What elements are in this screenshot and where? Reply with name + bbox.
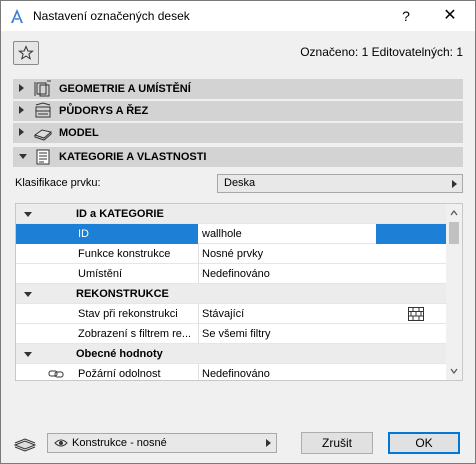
favorites-button[interactable] xyxy=(13,41,39,65)
property-row[interactable]: Funkce konstrukce Nosné prvky xyxy=(16,244,446,264)
collapse-arrow-icon xyxy=(19,154,27,159)
group-name: REKONSTRUKCE xyxy=(76,288,169,300)
section-label: MODEL xyxy=(59,127,99,139)
property-value[interactable]: Nedefinováno xyxy=(202,268,270,280)
table-scrollbar[interactable] xyxy=(446,204,462,380)
section-geometry[interactable]: GEOMETRIE A UMÍSTĚNÍ xyxy=(13,79,463,99)
dropdown-arrow-icon xyxy=(266,439,271,447)
model-icon xyxy=(34,129,52,141)
property-value[interactable]: Se všemi filtry xyxy=(202,328,270,340)
group-name: Obecné hodnoty xyxy=(76,348,163,360)
expand-arrow-icon xyxy=(19,128,24,136)
cancel-button[interactable]: Zrušit xyxy=(301,432,373,454)
group-name: ID a KATEGORIE xyxy=(76,208,164,220)
collapse-arrow-icon xyxy=(24,292,32,297)
group-row-id-category[interactable]: ID a KATEGORIE xyxy=(16,204,446,224)
property-name: Požární odolnost xyxy=(78,368,161,380)
property-row[interactable]: Zobrazení s filtrem re... Se všemi filtr… xyxy=(16,324,446,344)
property-row[interactable]: Požární odolnost Nedefinováno xyxy=(16,364,446,380)
properties-icon xyxy=(36,149,50,165)
classification-label: Klasifikace prvku: xyxy=(15,177,101,189)
group-row-renovation[interactable]: REKONSTRUKCE xyxy=(16,284,446,304)
layers-icon xyxy=(13,438,37,452)
property-value[interactable]: Nedefinováno xyxy=(202,368,270,380)
classification-value: Deska xyxy=(224,177,256,189)
classification-select[interactable]: Deska xyxy=(217,174,463,193)
section-label: KATEGORIE A VLASTNOSTI xyxy=(59,151,207,163)
archicad-app-icon xyxy=(11,9,23,23)
collapse-arrow-icon xyxy=(24,212,32,217)
close-button[interactable]: ✕ xyxy=(438,6,462,26)
link-icon xyxy=(48,370,64,378)
eye-icon xyxy=(54,439,68,447)
collapse-arrow-icon xyxy=(24,352,32,357)
window-title: Nastavení označených desek xyxy=(33,9,190,23)
section-label: PŮDORYS A ŘEZ xyxy=(59,105,149,117)
property-value[interactable]: Stávající xyxy=(202,308,244,320)
property-name: Stav při rekonstrukci xyxy=(78,308,178,320)
layer-select[interactable]: Konstrukce - nosné xyxy=(47,433,277,453)
property-value[interactable]: Nosné prvky xyxy=(202,248,263,260)
scroll-thumb[interactable] xyxy=(449,222,459,244)
property-row-id[interactable]: ID wallhole xyxy=(16,224,446,244)
property-name: ID xyxy=(78,228,89,240)
scroll-down-icon[interactable] xyxy=(450,368,458,374)
property-row[interactable]: Stav při rekonstrukci Stávající xyxy=(16,304,446,324)
property-name: Zobrazení s filtrem re... xyxy=(78,328,192,340)
settings-dialog: Nastavení označených desek ? ✕ Označeno:… xyxy=(0,0,476,464)
group-row-general[interactable]: Obecné hodnoty xyxy=(16,344,446,364)
property-row[interactable]: Umístění Nedefinováno xyxy=(16,264,446,284)
section-properties[interactable]: KATEGORIE A VLASTNOSTI xyxy=(13,147,463,167)
property-table: ID a KATEGORIE ID wallhole Funkce konstr… xyxy=(15,203,463,381)
expand-arrow-icon xyxy=(19,106,24,114)
title-bar: Nastavení označených desek ? ✕ xyxy=(1,1,475,31)
section-label: GEOMETRIE A UMÍSTĚNÍ xyxy=(59,83,191,95)
selection-count: Označeno: 1 Editovatelných: 1 xyxy=(300,45,463,59)
section-floorplan[interactable]: PŮDORYS A ŘEZ xyxy=(13,101,463,121)
ok-button[interactable]: OK xyxy=(388,432,460,454)
star-icon xyxy=(18,45,34,60)
floorplan-icon xyxy=(35,102,51,118)
help-button[interactable]: ? xyxy=(394,6,418,26)
layer-value: Konstrukce - nosné xyxy=(72,437,167,449)
brick-wall-icon xyxy=(408,307,424,321)
expand-arrow-icon xyxy=(19,84,24,92)
property-value-input[interactable]: wallhole xyxy=(202,228,242,240)
property-name: Umístění xyxy=(78,268,123,280)
scroll-up-icon[interactable] xyxy=(450,210,458,216)
section-model[interactable]: MODEL xyxy=(13,123,463,143)
dropdown-arrow-icon xyxy=(452,180,457,188)
geometry-icon xyxy=(34,80,51,97)
property-name: Funkce konstrukce xyxy=(78,248,171,260)
